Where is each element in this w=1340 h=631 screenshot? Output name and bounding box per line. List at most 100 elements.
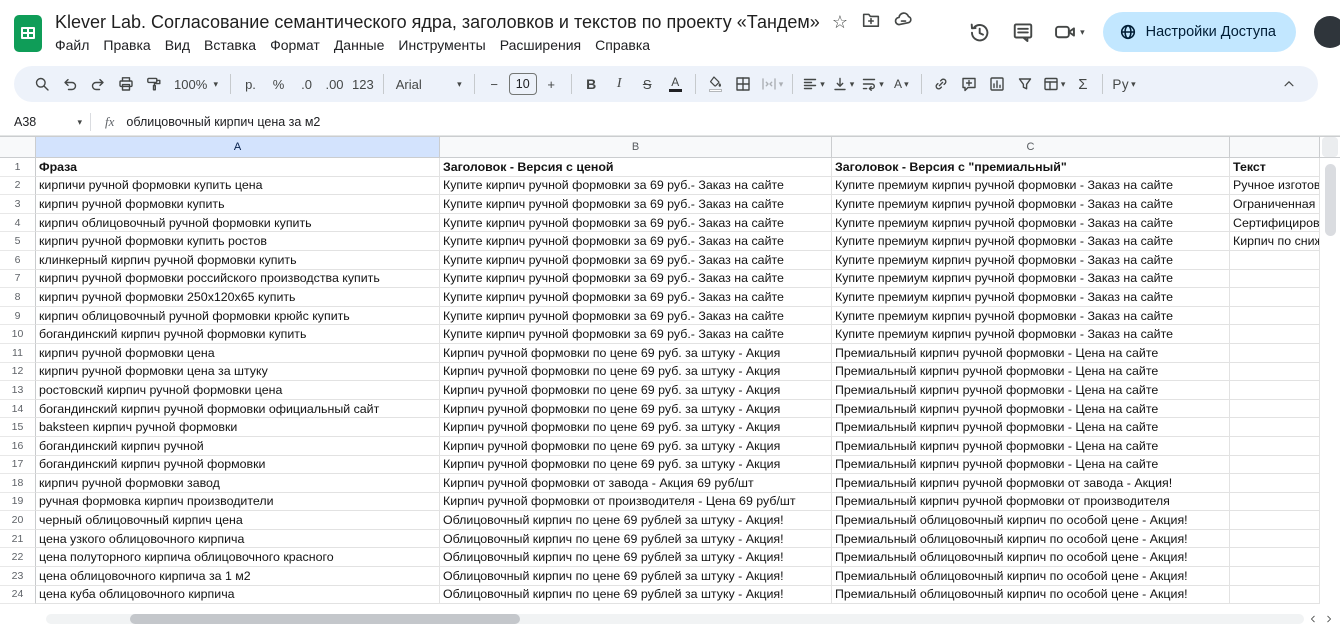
cell[interactable] [1230, 325, 1320, 344]
row-number[interactable]: 5 [0, 232, 36, 251]
cell[interactable]: Ручное изготовл [1230, 177, 1320, 196]
cell[interactable] [1230, 381, 1320, 400]
horizontal-align-icon[interactable]: ▾ [799, 71, 828, 97]
cell-name-box[interactable]: A38 ▾ [0, 115, 90, 129]
decrease-font-size-button[interactable]: − [481, 71, 508, 97]
menu-item[interactable]: Файл [48, 36, 96, 54]
row-number[interactable]: 9 [0, 307, 36, 326]
cell[interactable]: Премиальный кирпич ручной формовки - Цен… [832, 363, 1230, 382]
cell[interactable]: Кирпич ручной формовки по цене 69 руб. з… [440, 456, 832, 475]
cell[interactable]: Заголовок - Версия с ценой [440, 158, 832, 177]
cell[interactable]: Купите кирпич ручной формовки за 69 руб.… [440, 307, 832, 326]
star-icon[interactable]: ☆ [832, 13, 848, 31]
cell[interactable]: Текст [1230, 158, 1320, 177]
row-number[interactable]: 10 [0, 325, 36, 344]
row-number[interactable]: 22 [0, 548, 36, 567]
borders-icon[interactable] [730, 71, 757, 97]
cell[interactable]: Премиальный облицовочный кирпич по особо… [832, 567, 1230, 586]
cell[interactable]: Купите премиум кирпич ручной формовки - … [832, 251, 1230, 270]
cell[interactable]: Облицовочный кирпич по цене 69 рублей за… [440, 511, 832, 530]
zoom-select[interactable]: 100% ▾ [168, 71, 224, 97]
cell[interactable]: ручная формовка кирпич производители [36, 493, 440, 512]
hide-toolbar-icon[interactable] [1275, 71, 1302, 97]
text-color-button[interactable]: A [662, 71, 689, 97]
cell[interactable]: Премиальный кирпич ручной формовки - Цен… [832, 456, 1230, 475]
functions-button[interactable]: Σ [1069, 71, 1096, 97]
row-number[interactable]: 7 [0, 270, 36, 289]
cell[interactable]: Купите премиум кирпич ручной формовки - … [832, 307, 1230, 326]
cell[interactable] [1230, 437, 1320, 456]
row-number[interactable]: 15 [0, 418, 36, 437]
cell[interactable]: кирпич ручной формовки цена за штуку [36, 363, 440, 382]
menu-item[interactable]: Формат [263, 36, 327, 54]
horizontal-scrollbar[interactable] [46, 614, 1304, 624]
increase-decimal-button[interactable]: .00 [321, 71, 348, 97]
print-icon[interactable] [112, 71, 139, 97]
cell[interactable]: цена куба облицовочного кирпича [36, 586, 440, 605]
bold-button[interactable]: B [578, 71, 605, 97]
cell[interactable]: Кирпич ручной формовки от производителя … [440, 493, 832, 512]
cell[interactable]: кирпич ручной формовки купить [36, 195, 440, 214]
cell[interactable]: Купите премиум кирпич ручной формовки - … [832, 325, 1230, 344]
column-header-a[interactable]: A [36, 137, 440, 157]
row-number[interactable]: 23 [0, 567, 36, 586]
cell[interactable]: Купите премиум кирпич ручной формовки - … [832, 214, 1230, 233]
menu-item[interactable]: Справка [588, 36, 657, 54]
cell[interactable]: Облицовочный кирпич по цене 69 рублей за… [440, 530, 832, 549]
menu-item[interactable]: Вставка [197, 36, 263, 54]
cell[interactable]: цена полуторного кирпича облицовочного к… [36, 548, 440, 567]
cell[interactable] [1230, 344, 1320, 363]
cell[interactable]: кирпич ручной формовки цена [36, 344, 440, 363]
share-button[interactable]: Настройки Доступа [1103, 12, 1296, 52]
avatar[interactable] [1314, 16, 1340, 48]
cell[interactable]: Премиальный кирпич ручной формовки - Цен… [832, 437, 1230, 456]
cell[interactable]: Кирпич ручной формовки по цене 69 руб. з… [440, 437, 832, 456]
row-number[interactable]: 13 [0, 381, 36, 400]
cell[interactable] [1230, 511, 1320, 530]
cell[interactable]: цена облицовочного кирпича за 1 м2 [36, 567, 440, 586]
cell[interactable]: Купите премиум кирпич ручной формовки - … [832, 177, 1230, 196]
cell[interactable]: Купите кирпич ручной формовки за 69 руб.… [440, 288, 832, 307]
cell[interactable]: Купите кирпич ручной формовки за 69 руб.… [440, 214, 832, 233]
menu-item[interactable]: Расширения [493, 36, 588, 54]
cell[interactable]: богандинский кирпич ручной формовки купи… [36, 325, 440, 344]
cell[interactable]: Облицовочный кирпич по цене 69 рублей за… [440, 548, 832, 567]
cell[interactable] [1230, 474, 1320, 493]
cell[interactable]: Сертифицирован [1230, 214, 1320, 233]
format-percent-button[interactable]: % [265, 71, 292, 97]
cell[interactable]: черный облицовочный кирпич цена [36, 511, 440, 530]
cell[interactable]: ростовский кирпич ручной формовки цена [36, 381, 440, 400]
cell[interactable]: Купите премиум кирпич ручной формовки - … [832, 270, 1230, 289]
create-filter-icon[interactable] [1012, 71, 1039, 97]
scroll-left-icon[interactable] [1308, 613, 1318, 625]
cell[interactable]: Заголовок - Версия с "премиальный" [832, 158, 1230, 177]
cell[interactable] [1230, 270, 1320, 289]
row-number[interactable]: 21 [0, 530, 36, 549]
cell[interactable]: Купите кирпич ручной формовки за 69 руб.… [440, 232, 832, 251]
font-size-input[interactable]: 10 [509, 73, 537, 95]
undo-icon[interactable] [56, 71, 83, 97]
cloud-status-icon[interactable] [894, 10, 913, 34]
vertical-scrollbar-thumb[interactable] [1325, 164, 1336, 236]
font-select[interactable]: Arial ▾ [390, 71, 468, 97]
row-number[interactable]: 4 [0, 214, 36, 233]
cell[interactable]: богандинский кирпич ручной [36, 437, 440, 456]
vertical-align-icon[interactable]: ▾ [829, 71, 858, 97]
cell[interactable]: кирпич ручной формовки 250x120x65 купить [36, 288, 440, 307]
row-number[interactable]: 20 [0, 511, 36, 530]
table-views-icon[interactable]: ▾ [1040, 71, 1069, 97]
cell[interactable]: Премиальный облицовочный кирпич по особо… [832, 511, 1230, 530]
row-number[interactable]: 12 [0, 363, 36, 382]
cell[interactable]: Ограниченная с [1230, 195, 1320, 214]
text-rotation-icon[interactable]: A ▾ [888, 71, 915, 97]
row-number[interactable]: 24 [0, 586, 36, 605]
cell[interactable]: кирпич ручной формовки завод [36, 474, 440, 493]
cell[interactable]: Купите премиум кирпич ручной формовки - … [832, 232, 1230, 251]
increase-font-size-button[interactable]: + [538, 71, 565, 97]
row-number[interactable]: 6 [0, 251, 36, 270]
cell[interactable] [1230, 307, 1320, 326]
cell[interactable]: Кирпич ручной формовки по цене 69 руб. з… [440, 344, 832, 363]
format-currency-button[interactable]: р. [237, 71, 264, 97]
cell[interactable]: Кирпич ручной формовки от завода - Акция… [440, 474, 832, 493]
cell[interactable]: богандинский кирпич ручной формовки офиц… [36, 400, 440, 419]
